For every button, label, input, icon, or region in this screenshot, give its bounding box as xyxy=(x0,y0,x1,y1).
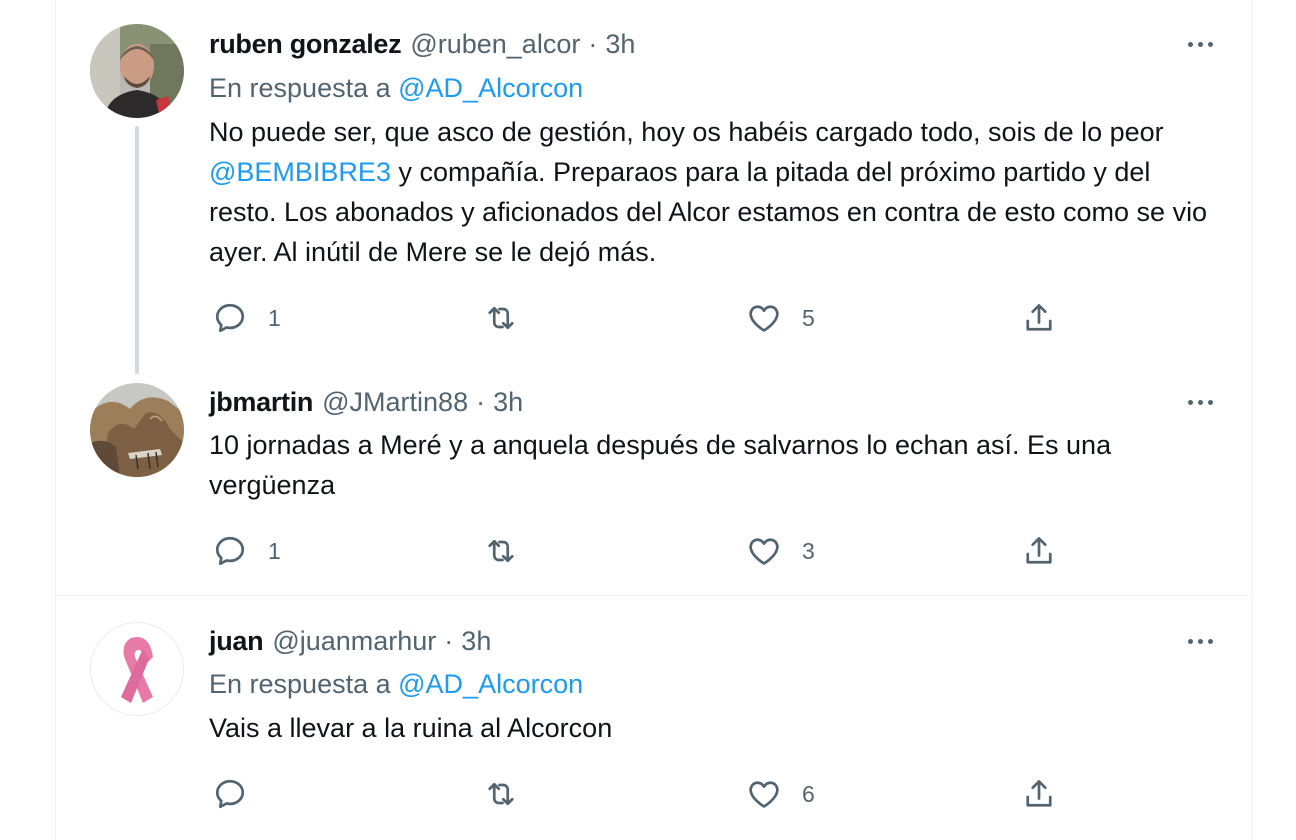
tweet-text: No puede ser, que asco de gestión, hoy o… xyxy=(209,112,1219,272)
reply-button[interactable] xyxy=(212,774,248,814)
share-button[interactable] xyxy=(1021,774,1057,814)
like-icon xyxy=(749,538,779,565)
display-name[interactable]: juan xyxy=(209,624,264,658)
timestamp[interactable]: 3h xyxy=(493,385,523,419)
more-options-button[interactable] xyxy=(1182,624,1218,658)
page: ruben gonzalez @ruben_alcor · 3h En resp… xyxy=(0,0,1296,840)
timestamp[interactable]: 3h xyxy=(461,624,491,658)
separator-dot: · xyxy=(588,29,598,59)
reply-count: 1 xyxy=(268,304,281,331)
separator-dot: · xyxy=(476,387,486,417)
reply-to-mention[interactable]: @AD_Alcorcon xyxy=(398,73,583,103)
reply-icon xyxy=(215,779,245,809)
more-options-button[interactable] xyxy=(1182,385,1218,419)
tweet-actions: 6 xyxy=(209,774,1069,814)
user-handle[interactable]: @JMartin88 xyxy=(322,385,468,419)
retweet-icon xyxy=(488,539,514,563)
like-count: 6 xyxy=(802,780,815,807)
reply-to-mention[interactable]: @AD_Alcorcon xyxy=(398,669,583,699)
like-icon xyxy=(749,305,779,332)
reply-context: En respuesta a @AD_Alcorcon xyxy=(209,71,583,105)
retweet-button[interactable] xyxy=(483,774,519,814)
like-button[interactable]: 5 xyxy=(746,298,815,338)
avatar-photo xyxy=(90,24,184,118)
retweet-button[interactable] xyxy=(483,298,519,338)
retweet-icon xyxy=(488,306,514,330)
tweet-ruben[interactable]: ruben gonzalez @ruben_alcor · 3h En resp… xyxy=(56,0,1252,374)
more-options-button[interactable] xyxy=(1182,27,1218,61)
tweet-text: 10 jornadas a Meré y a anquela después d… xyxy=(209,430,1112,500)
reply-count: 1 xyxy=(268,537,281,564)
user-handle[interactable]: @ruben_alcor xyxy=(410,27,580,61)
display-name[interactable]: jbmartin xyxy=(209,385,313,419)
retweet-button[interactable] xyxy=(483,531,519,571)
share-icon xyxy=(1026,304,1052,331)
avatar[interactable] xyxy=(90,24,184,118)
tweet-actions: 1 5 xyxy=(209,298,1069,338)
reply-button[interactable]: 1 xyxy=(212,531,281,571)
share-icon xyxy=(1026,780,1052,807)
like-count: 5 xyxy=(802,304,815,331)
share-button[interactable] xyxy=(1021,298,1057,338)
conversation-timeline: ruben gonzalez @ruben_alcor · 3h En resp… xyxy=(55,0,1253,840)
like-button[interactable]: 3 xyxy=(746,531,815,571)
reply-button[interactable]: 1 xyxy=(212,298,281,338)
tweet-jbmartin[interactable]: jbmartin @JMartin88 · 3h 10 jornadas a M… xyxy=(56,357,1252,596)
avatar[interactable] xyxy=(90,383,184,477)
more-icon xyxy=(1187,41,1193,47)
tweet-header: juan @juanmarhur · 3h xyxy=(209,624,491,658)
thread-line xyxy=(135,126,139,374)
separator-dot: · xyxy=(444,626,454,656)
tweet-header: ruben gonzalez @ruben_alcor · 3h xyxy=(209,27,635,61)
reply-context: En respuesta a @AD_Alcorcon xyxy=(209,667,583,701)
tweet-text-part: No puede ser, que asco de gestión, hoy o… xyxy=(209,117,1164,147)
tweet-text: Vais a llevar a la ruina al Alcorcon xyxy=(209,713,613,743)
share-button[interactable] xyxy=(1021,531,1057,571)
like-icon xyxy=(749,781,779,808)
avatar[interactable] xyxy=(90,622,184,716)
more-icon xyxy=(1187,638,1193,644)
reply-prefix: En respuesta a xyxy=(209,73,391,103)
more-icon xyxy=(1187,399,1193,405)
reply-icon xyxy=(215,303,245,333)
like-count: 3 xyxy=(802,537,815,564)
user-handle[interactable]: @juanmarhur xyxy=(272,624,436,658)
tweet-actions: 1 3 xyxy=(209,531,1069,571)
tweet-header: jbmartin @JMartin88 · 3h xyxy=(209,385,523,419)
avatar-photo xyxy=(90,383,184,477)
reply-icon xyxy=(215,536,245,566)
pink-ribbon-icon xyxy=(91,623,183,715)
tweet-juan[interactable]: juan @juanmarhur · 3h En respuesta a @AD… xyxy=(56,596,1252,840)
retweet-icon xyxy=(488,782,514,806)
reply-prefix: En respuesta a xyxy=(209,669,391,699)
display-name[interactable]: ruben gonzalez xyxy=(209,27,402,61)
like-button[interactable]: 6 xyxy=(746,774,815,814)
share-icon xyxy=(1026,537,1052,564)
mention-link[interactable]: @BEMBIBRE3 xyxy=(209,157,391,187)
timestamp[interactable]: 3h xyxy=(605,27,635,61)
